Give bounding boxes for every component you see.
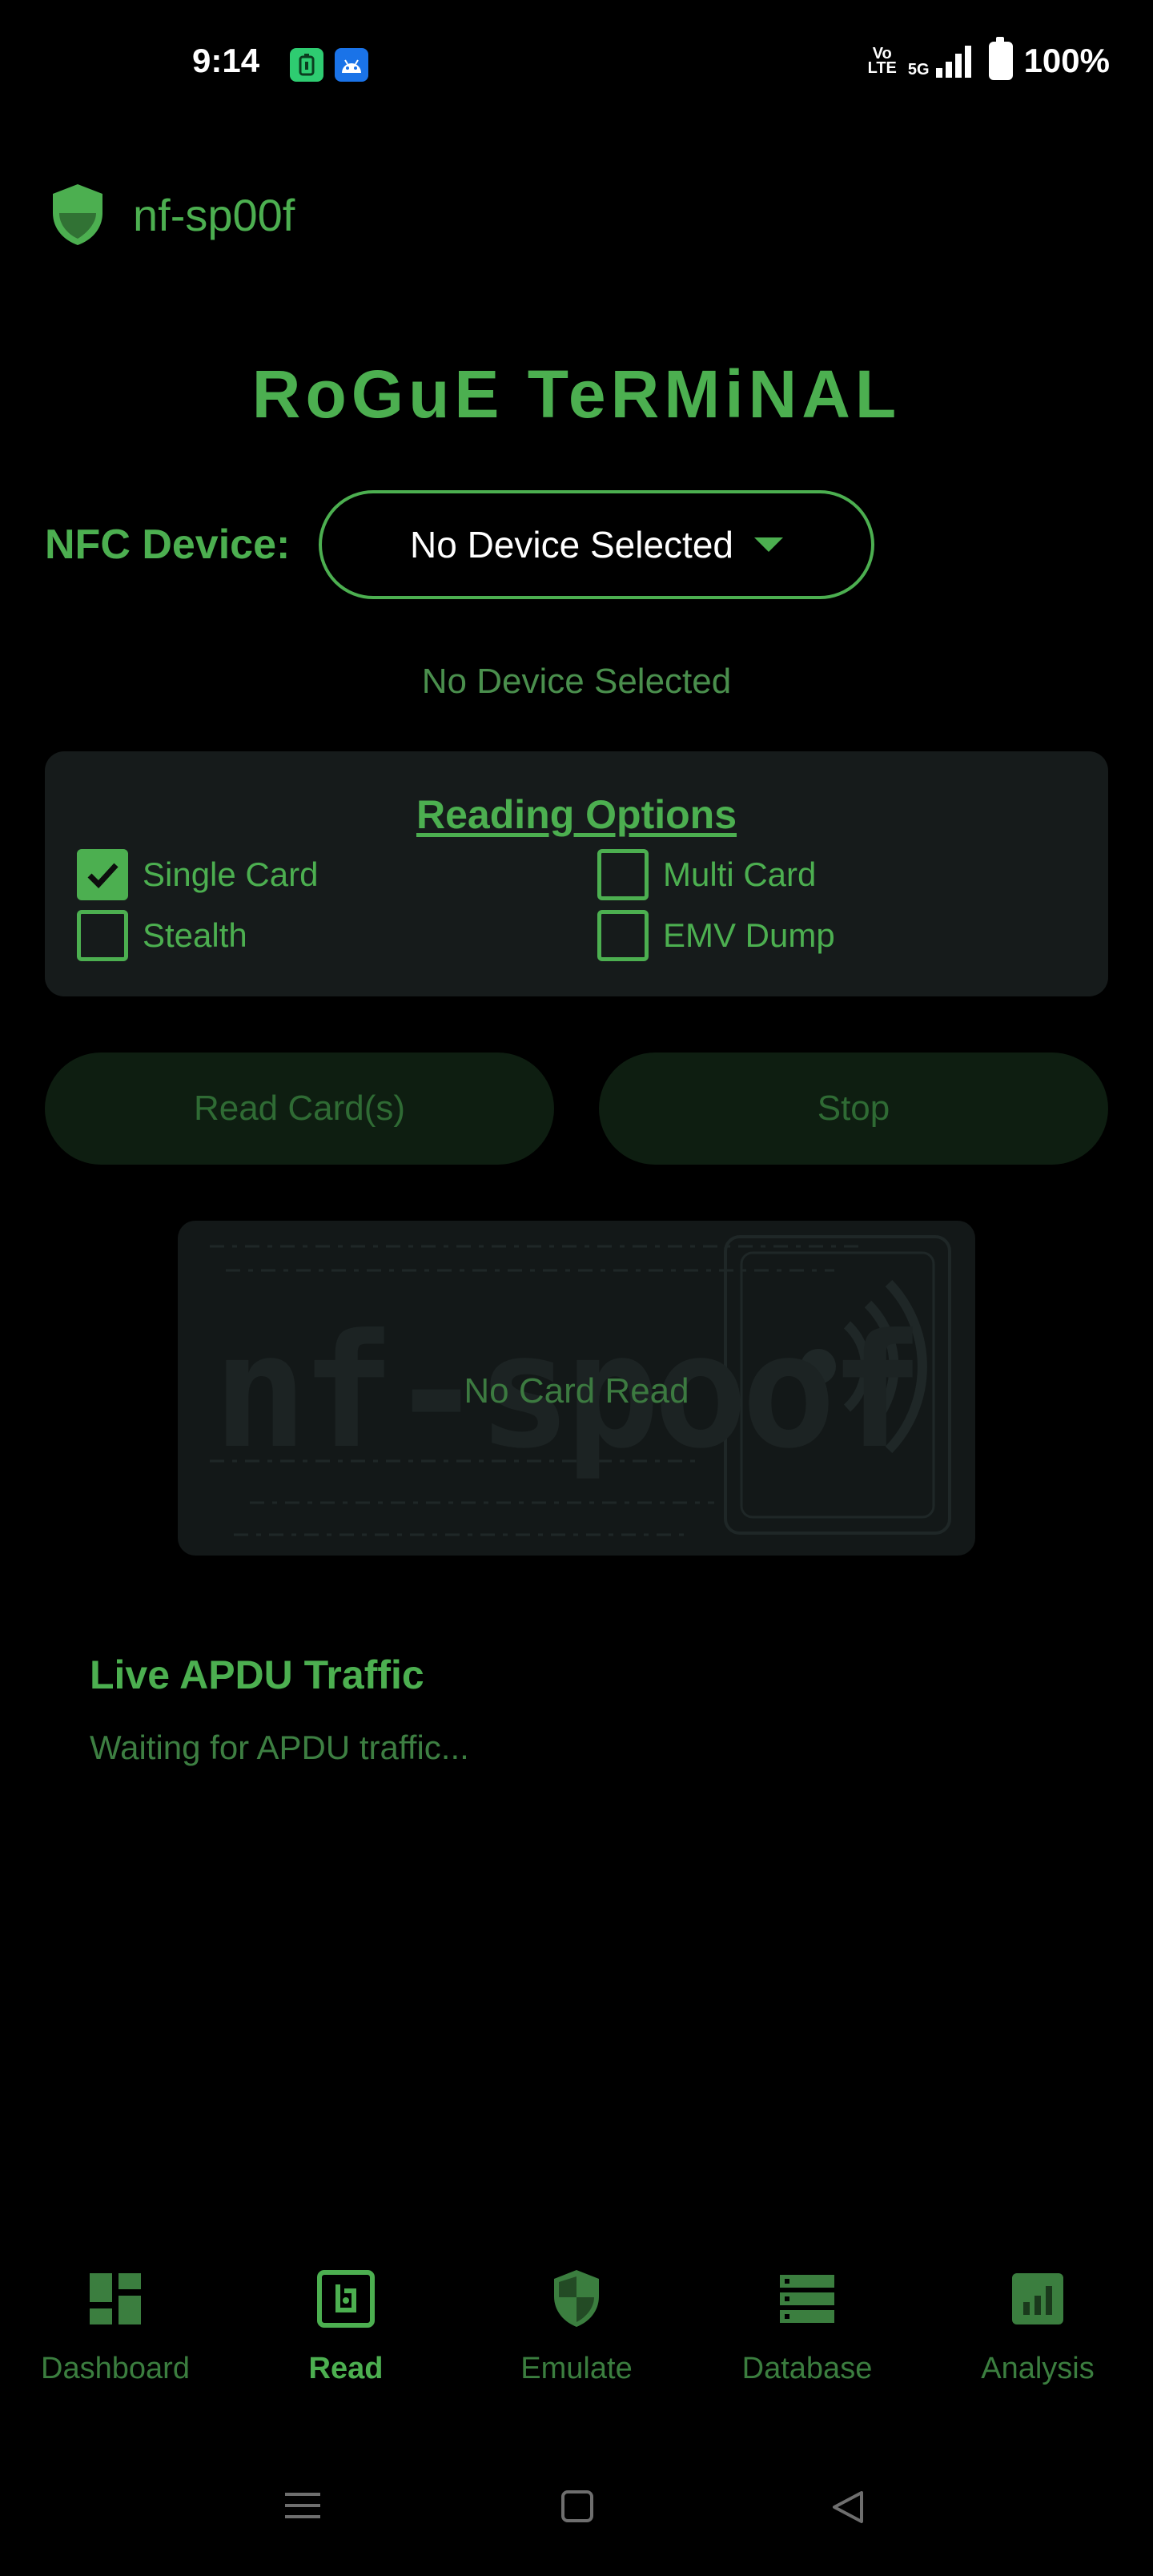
menu-icon [285,2493,320,2518]
nfc-device-select-value: No Device Selected [410,524,733,566]
nfc-device-select[interactable]: No Device Selected [319,490,874,599]
nav-dashboard-label: Dashboard [41,2352,190,2385]
stealth-checkbox[interactable] [77,910,128,961]
database-icon [775,2267,839,2331]
device-status-text: No Device Selected [421,662,732,701]
checkmark-icon [87,863,119,889]
shield-icon [50,183,106,251]
status-time: 9:14 [192,42,260,79]
battery-percent: 100% [1023,42,1110,79]
apdu-title: Live APDU Traffic [90,1652,424,1697]
nav-read-label: Read [308,2352,384,2385]
battery-icon [988,37,1013,80]
nfc-read-icon [314,2267,378,2331]
stop-button[interactable]: Stop [599,1053,1108,1165]
nav-emulate[interactable]: Emulate [461,2267,692,2386]
nav-analysis[interactable]: Analysis [922,2267,1153,2386]
option-stealth[interactable]: Stealth [77,910,247,961]
home-icon [561,2490,593,2522]
nav-database[interactable]: Database [692,2267,922,2386]
card-status-text: No Card Read [464,1371,689,1411]
nfc-device-label: NFC Device: [45,521,291,568]
analytics-icon [1006,2267,1070,2331]
back-button[interactable] [830,2489,865,2529]
card-preview: nf-spoof No Card Read [178,1221,975,1556]
back-icon [833,2491,863,2523]
recent-apps-button[interactable] [283,2489,322,2526]
multi-card-label: Multi Card [663,855,817,893]
page-title: RoGuE TeRMiNAL [251,356,902,432]
status-indicators: Vo LTE 5G 100% [867,37,1110,80]
signal-icon: 5G [908,44,978,78]
nav-database-label: Database [741,2352,873,2385]
android-icon [335,48,368,82]
multi-card-checkbox[interactable] [597,849,649,900]
option-multi-card[interactable]: Multi Card [597,849,816,900]
nav-dashboard[interactable]: Dashboard [0,2267,231,2386]
reading-options-title: Reading Options [416,792,737,837]
app-title: nf-sp00f [133,190,295,240]
emv-dump-label: EMV Dump [663,916,835,954]
stealth-label: Stealth [143,916,247,954]
single-card-checkbox[interactable] [77,849,128,900]
battery-saver-icon [290,48,323,82]
reading-options-card: Reading Options Single Card Multi Card S… [45,751,1108,996]
chevron-down-icon [753,537,783,552]
apdu-status: Waiting for APDU traffic... [90,1729,469,1766]
volte-indicator: Vo LTE [867,45,897,77]
dashboard-icon [83,2267,147,2331]
nav-analysis-label: Analysis [981,2352,1095,2385]
option-emv-dump[interactable]: EMV Dump [597,910,835,961]
emv-dump-checkbox[interactable] [597,910,649,961]
shield-icon [544,2267,609,2331]
home-button[interactable] [560,2489,594,2527]
single-card-label: Single Card [143,855,319,893]
read-cards-button[interactable]: Read Card(s) [45,1053,554,1165]
nav-emulate-label: Emulate [520,2352,633,2385]
option-single-card[interactable]: Single Card [77,849,318,900]
nav-read[interactable]: Read [231,2267,461,2386]
